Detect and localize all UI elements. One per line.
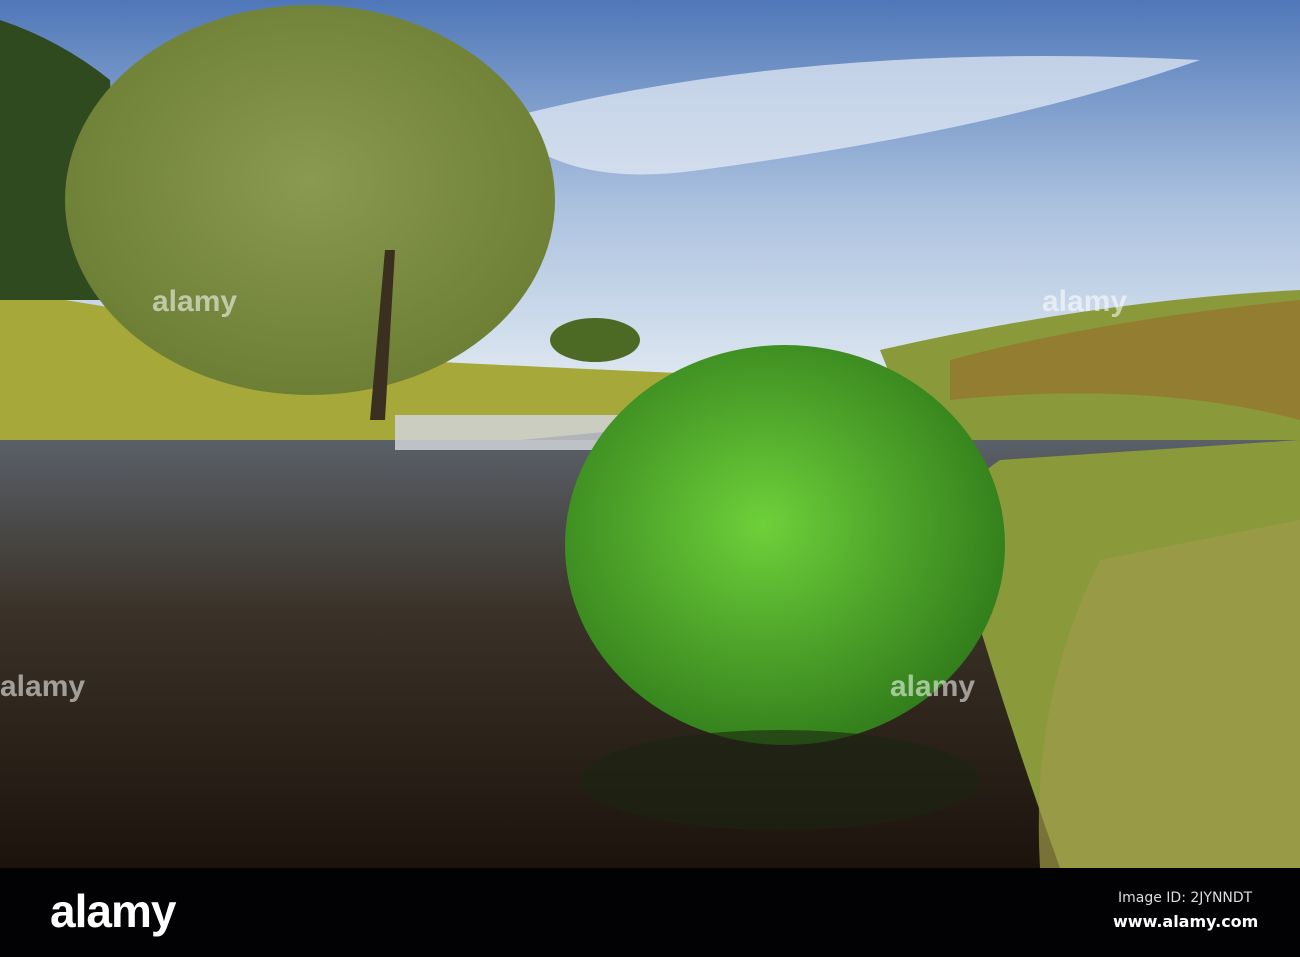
footer-bar (0, 868, 1300, 957)
watermark: alamy (890, 670, 976, 703)
landscape-photo (0, 0, 1300, 868)
watermark: alamy (0, 670, 86, 703)
watermark: alamy (1042, 285, 1128, 318)
small-tree (550, 318, 640, 362)
alamy-logo: alamy (50, 885, 176, 937)
tree (65, 5, 555, 395)
image-id: Image ID: 2JYNNDT (1118, 890, 1253, 906)
site-url: www.alamy.com (1113, 912, 1259, 931)
watermark: alamy (152, 285, 238, 318)
